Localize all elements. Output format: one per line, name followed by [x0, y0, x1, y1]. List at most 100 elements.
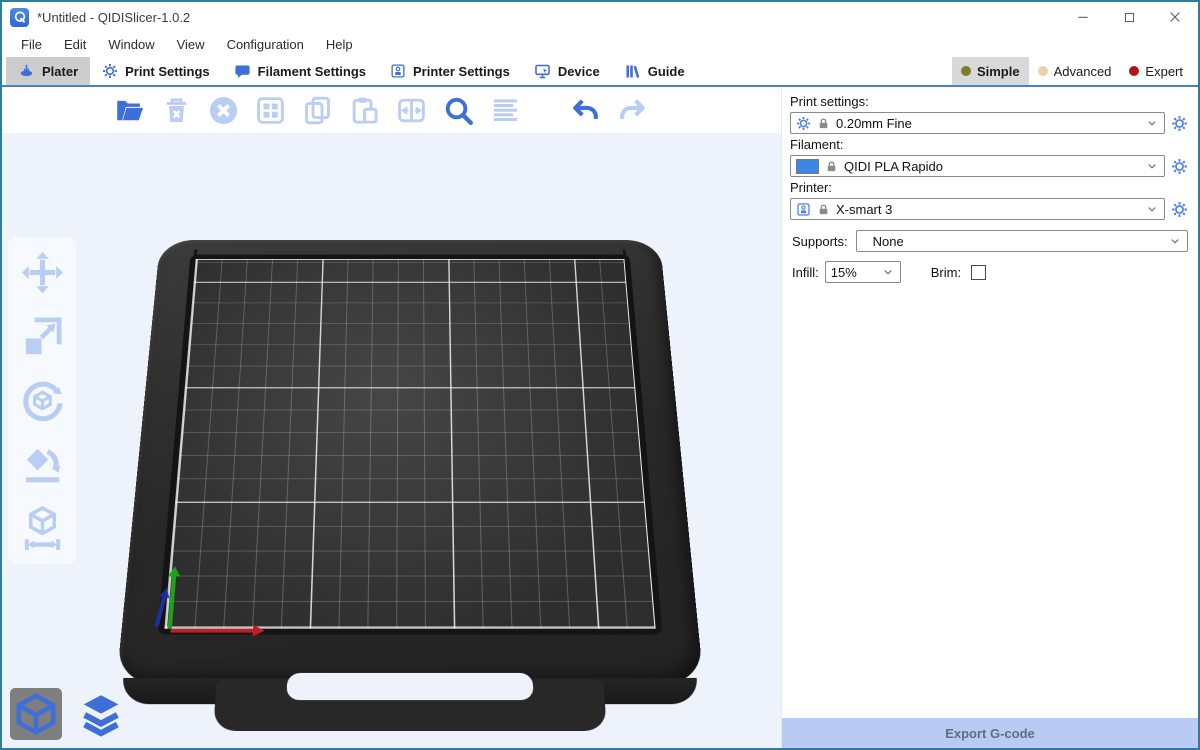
minimize-button[interactable] [1060, 2, 1106, 32]
open-button[interactable] [110, 91, 148, 129]
filament-label: Filament: [790, 137, 1188, 152]
brim-checkbox[interactable] [971, 265, 986, 280]
tab-filament-settings[interactable]: Filament Settings [222, 57, 378, 85]
simple-dot-icon [961, 66, 971, 76]
preview-layers-icon [78, 691, 124, 737]
filament-bubble-icon [234, 63, 251, 80]
variable-layer-height-icon [490, 95, 521, 126]
settings-sidebar: Print settings: 0.20mm Fine Filament: QI… [781, 87, 1198, 748]
plate-clip-right [616, 250, 629, 266]
menu-view[interactable]: View [166, 37, 216, 52]
open-icon [114, 95, 145, 126]
mode-expert[interactable]: Expert [1120, 57, 1192, 85]
axis-z-arrow-icon [154, 596, 166, 627]
menu-edit[interactable]: Edit [53, 37, 97, 52]
edit-printer-gear-icon[interactable] [1171, 201, 1188, 218]
menu-help[interactable]: Help [315, 37, 364, 52]
3d-view-button[interactable] [10, 688, 62, 740]
edit-filament-gear-icon[interactable] [1171, 158, 1188, 175]
app-logo-icon [10, 8, 29, 27]
expert-dot-icon [1129, 66, 1139, 76]
menu-file[interactable]: File [10, 37, 53, 52]
arrange-icon [255, 95, 286, 126]
supports-dropdown[interactable]: None [856, 230, 1188, 252]
infill-dropdown[interactable]: 15% [825, 261, 901, 283]
plate-recess [157, 255, 662, 635]
plate-handle [213, 680, 607, 731]
print-settings-dropdown[interactable]: 0.20mm Fine [790, 112, 1165, 134]
close-button[interactable] [1152, 2, 1198, 32]
chevron-down-icon [1145, 116, 1159, 130]
app-window: *Untitled - QIDISlicer-1.0.2 File Edit W… [0, 0, 1200, 750]
split-button[interactable] [392, 91, 430, 129]
delete-all-icon [208, 95, 239, 126]
tab-printer-settings[interactable]: Printer Settings [378, 57, 522, 85]
mode-advanced[interactable]: Advanced [1029, 57, 1121, 85]
place-on-face-icon[interactable] [19, 441, 66, 488]
undo-icon [570, 95, 601, 126]
tab-plater[interactable]: Plater [6, 57, 90, 85]
plate-front-face [121, 678, 699, 704]
title-bar: *Untitled - QIDISlicer-1.0.2 [2, 2, 1198, 32]
arrange-button[interactable] [251, 91, 289, 129]
paste-icon [349, 95, 380, 126]
export-gcode-button[interactable]: Export G-code [782, 718, 1198, 748]
variable-layer-height-button[interactable] [486, 91, 524, 129]
tab-guide[interactable]: Guide [612, 57, 697, 85]
plate-handle-notch [286, 673, 534, 700]
viewport-3d[interactable] [2, 87, 781, 748]
search-button[interactable] [439, 91, 477, 129]
redo-icon [617, 95, 648, 126]
edit-print-settings-gear-icon[interactable] [1171, 115, 1188, 132]
split-icon [396, 95, 427, 126]
lock-icon [825, 160, 838, 173]
scene-toolbar [110, 91, 651, 129]
axis-x-arrow-icon [170, 629, 254, 633]
build-plate [116, 240, 704, 684]
redo-button[interactable] [613, 91, 651, 129]
window-title: *Untitled - QIDISlicer-1.0.2 [37, 10, 190, 25]
printer-icon [390, 63, 406, 79]
brim-label: Brim: [931, 265, 961, 280]
lock-icon [817, 203, 830, 216]
tab-device[interactable]: Device [522, 57, 612, 85]
menu-bar: File Edit Window View Configuration Help [2, 32, 1198, 57]
filament-dropdown[interactable]: QIDI PLA Rapido [790, 155, 1165, 177]
build-plate-scene [140, 184, 680, 704]
tab-print-settings[interactable]: Print Settings [90, 57, 222, 85]
supports-label: Supports: [792, 234, 848, 249]
view-toggles [10, 688, 127, 740]
paste-button[interactable] [345, 91, 383, 129]
gear-icon [102, 63, 118, 79]
3d-view-cube-icon [13, 691, 59, 737]
copy-icon [302, 95, 333, 126]
device-monitor-icon [534, 63, 551, 80]
copy-button[interactable] [298, 91, 336, 129]
delete-all-button[interactable] [204, 91, 242, 129]
chevron-down-icon [881, 265, 895, 279]
rotate-icon[interactable] [19, 377, 66, 424]
tab-bar: Plater Print Settings Filament Settings … [2, 57, 1198, 87]
gizmo-toolbar [8, 237, 76, 564]
printer-icon [796, 202, 811, 217]
scale-icon[interactable] [19, 313, 66, 360]
chevron-down-icon [1145, 202, 1159, 216]
guide-books-icon [624, 63, 641, 80]
mode-selector: Simple Advanced Expert [952, 57, 1198, 85]
menu-window[interactable]: Window [97, 37, 165, 52]
filament-color-swatch [796, 159, 819, 174]
delete-button[interactable] [157, 91, 195, 129]
chevron-down-icon [1145, 159, 1159, 173]
menu-configuration[interactable]: Configuration [216, 37, 315, 52]
preview-layers-button[interactable] [75, 688, 127, 740]
measure-icon[interactable] [19, 505, 66, 552]
print-bed-grid [164, 259, 655, 629]
plater-icon [18, 63, 35, 80]
advanced-dot-icon [1038, 66, 1048, 76]
printer-label: Printer: [790, 180, 1188, 195]
printer-dropdown[interactable]: X-smart 3 [790, 198, 1165, 220]
maximize-button[interactable] [1106, 2, 1152, 32]
move-icon[interactable] [19, 249, 66, 296]
mode-simple[interactable]: Simple [952, 57, 1029, 85]
undo-button[interactable] [566, 91, 604, 129]
